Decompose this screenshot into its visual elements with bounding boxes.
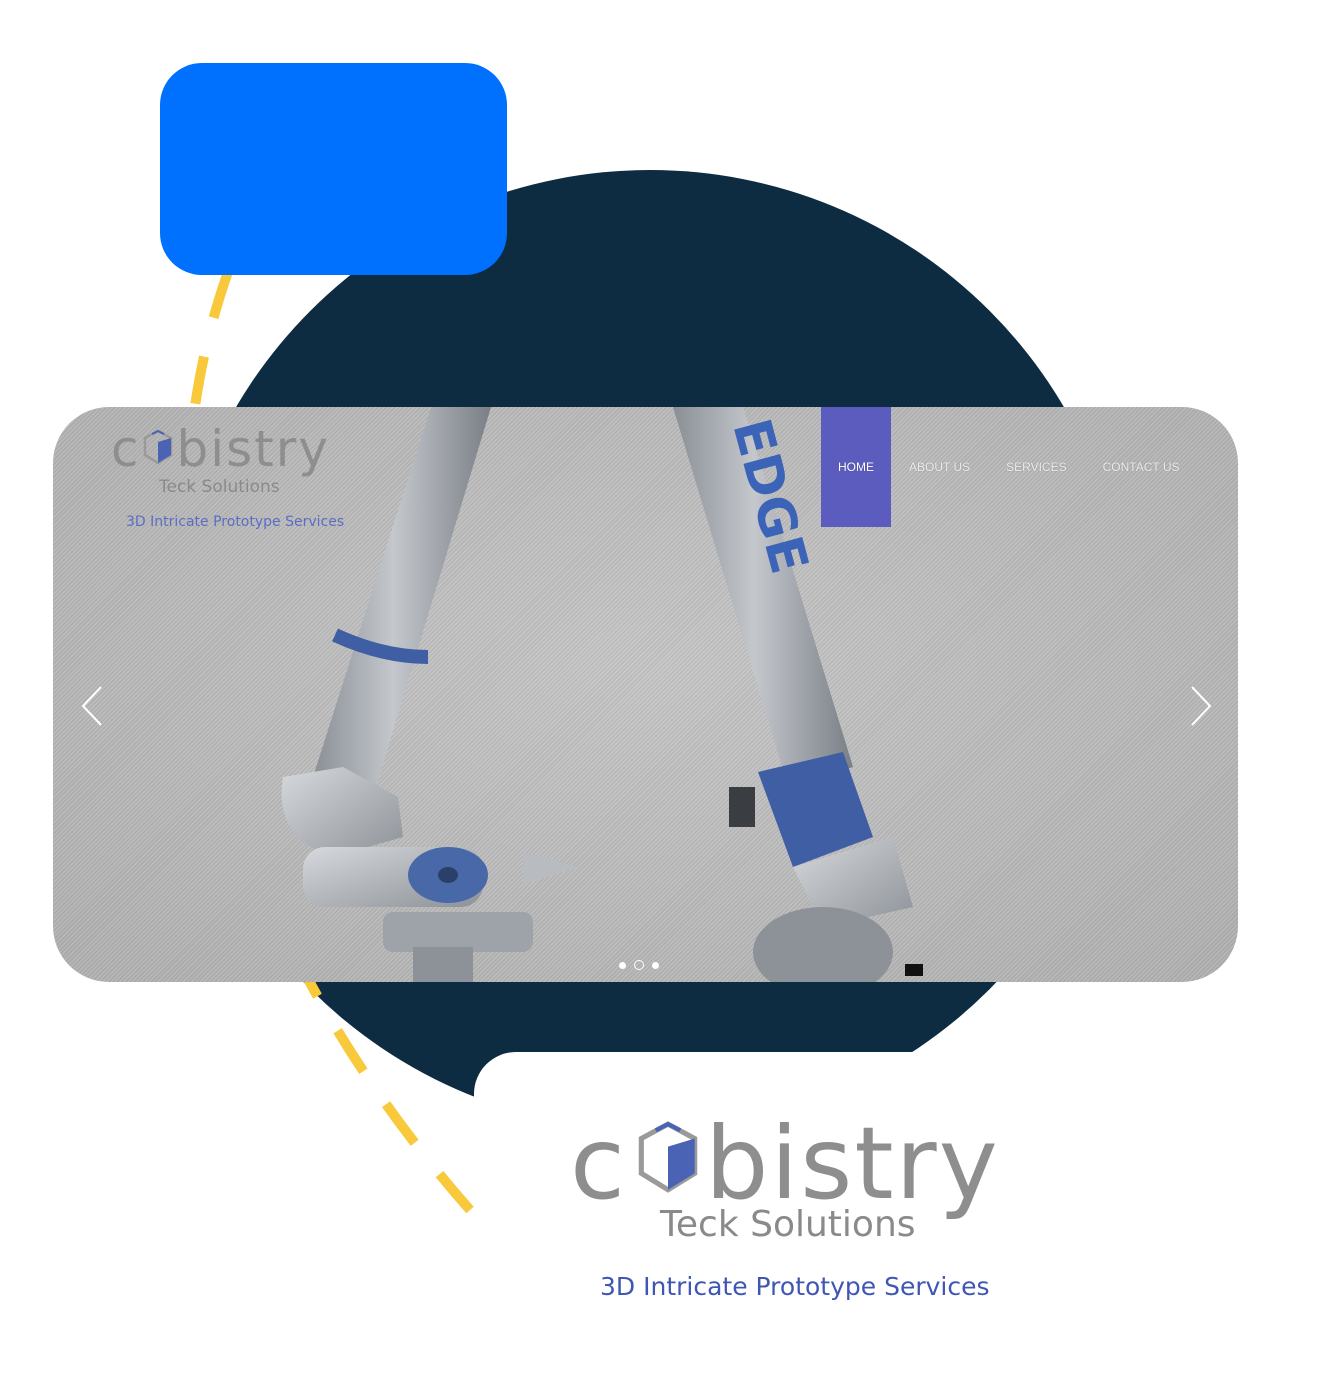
brand-logo-panel: c bistry Teck Solutions 3D Intricate Prot… — [474, 1052, 1318, 1390]
brand-subtitle: Teck Solutions — [660, 1204, 916, 1245]
slider-pagination — [619, 960, 659, 970]
chevron-right-icon[interactable] — [1186, 683, 1216, 729]
cube-icon — [143, 429, 173, 465]
main-nav: HOME ABOUT US SERVICES CONTACT US — [821, 407, 1198, 527]
nav-services[interactable]: SERVICES — [988, 407, 1084, 527]
chevron-left-icon[interactable] — [77, 683, 107, 729]
showcase-canvas: EDGE c bistry Teck Solutions 3D Intricate… — [0, 0, 1318, 1390]
blue-rounded-tile — [160, 63, 507, 275]
site-logo[interactable]: c bistry Teck Solutions 3D Intricate Prot… — [111, 419, 361, 534]
logo-subtitle: Teck Solutions — [159, 477, 280, 497]
slider-dot-2[interactable] — [634, 960, 644, 970]
slider-dot-1[interactable] — [619, 961, 626, 969]
hero-slider: EDGE c bistry Teck Solutions 3D Intricate… — [53, 407, 1238, 982]
logo-tagline: 3D Intricate Prototype Services — [126, 514, 345, 530]
nav-home[interactable]: HOME — [821, 407, 891, 527]
nav-contact-us[interactable]: CONTACT US — [1085, 407, 1198, 527]
brand-tagline: 3D Intricate Prototype Services — [600, 1272, 990, 1301]
nav-about-us[interactable]: ABOUT US — [891, 407, 988, 527]
cube-icon — [638, 1121, 698, 1193]
slider-dot-3[interactable] — [652, 961, 659, 969]
